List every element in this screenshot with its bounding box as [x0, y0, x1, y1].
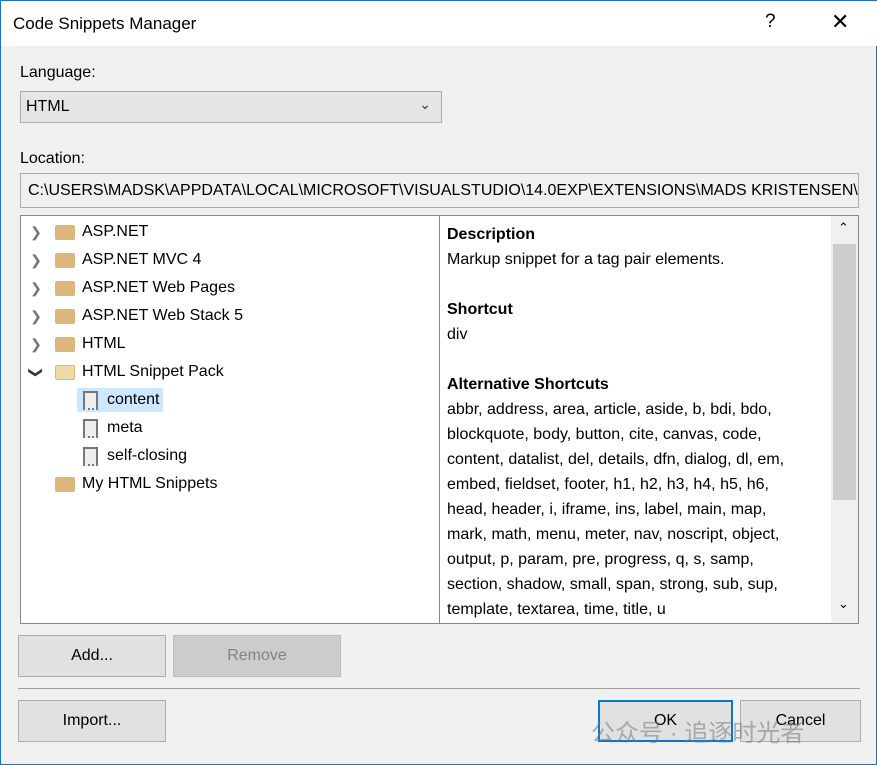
window-title: Code Snippets Manager [13, 14, 197, 33]
location-field[interactable]: C:\USERS\MADSK\APPDATA\LOCAL\MICROSOFT\V… [20, 173, 859, 208]
tree-item-label: HTML [82, 335, 126, 352]
alt-shortcuts-line: template, textarea, time, title, u [447, 601, 666, 618]
chevron-down-icon: ⌄ [419, 96, 431, 112]
chevron-right-icon[interactable]: ❯ [29, 252, 43, 269]
tree-item[interactable]: ❯ ASP.NET MVC 4 [29, 248, 201, 272]
alt-shortcuts-line: content, datalist, del, details, dfn, di… [447, 451, 785, 468]
scroll-thumb[interactable] [833, 244, 856, 500]
watermark: 公众号 · 追逐时光者 [591, 720, 805, 747]
tree-item-label: ASP.NET [82, 223, 149, 240]
language-label: Language: [20, 64, 96, 81]
folder-icon [55, 336, 75, 352]
language-value: HTML [26, 98, 70, 115]
description-text: Markup snippet for a tag pair elements. [447, 251, 725, 268]
scroll-up-icon[interactable]: ⌃ [838, 220, 849, 236]
tree-item[interactable]: ❯ ASP.NET Web Stack 5 [29, 304, 243, 328]
snippet-file-icon [83, 418, 98, 438]
tree-item-label: meta [107, 419, 143, 436]
alt-shortcuts-line: embed, fieldset, footer, h1, h2, h3, h4,… [447, 476, 769, 493]
chevron-right-icon[interactable]: ❯ [29, 280, 43, 297]
chevron-right-icon[interactable]: ❯ [29, 224, 43, 241]
tree-item[interactable]: ❯ HTML Snippet Pack [29, 360, 224, 384]
details-panel: Description Markup snippet for a tag pai… [440, 215, 859, 624]
chevron-right-icon[interactable]: ❯ [29, 336, 43, 353]
folder-icon [55, 308, 75, 324]
alt-shortcuts-line: abbr, address, area, article, aside, b, … [447, 401, 772, 418]
folder-icon [55, 224, 75, 240]
vertical-scrollbar[interactable]: ⌃ ⌄ [831, 216, 858, 623]
tree-item[interactable]: ❯ ASP.NET Web Pages [29, 276, 235, 300]
import-button[interactable]: Import... [18, 700, 166, 742]
tree-item-label: My HTML Snippets [82, 475, 218, 492]
tree-item-label: HTML Snippet Pack [82, 363, 224, 380]
folder-icon [55, 280, 75, 296]
tree-item[interactable]: ❯ HTML [29, 332, 126, 356]
location-label: Location: [20, 150, 85, 167]
help-button[interactable]: ? [765, 11, 776, 33]
tree-item[interactable]: My HTML Snippets [29, 472, 217, 496]
alt-shortcuts-line: section, shadow, small, span, strong, su… [447, 576, 778, 593]
close-button[interactable]: ✕ [831, 9, 849, 35]
chevron-down-icon[interactable]: ❯ [28, 365, 45, 379]
scroll-down-icon[interactable]: ⌄ [838, 596, 849, 612]
tree-item-label: ASP.NET Web Stack 5 [82, 307, 243, 324]
language-select[interactable]: HTML ⌄ [20, 91, 442, 123]
alt-shortcuts-line: blockquote, body, button, cite, canvas, … [447, 426, 762, 443]
tree-item-label: ASP.NET MVC 4 [82, 251, 202, 268]
alt-shortcuts-heading: Alternative Shortcuts [447, 376, 609, 393]
tree-item-label: ASP.NET Web Pages [82, 279, 235, 296]
snippet-file-icon [83, 446, 98, 466]
snippet-tree[interactable]: ❯ ASP.NET ❯ ASP.NET MVC 4 ❯ ASP.NET Web Pages… [20, 215, 440, 624]
tree-item[interactable]: meta [77, 416, 147, 440]
snippet-file-icon [83, 390, 98, 410]
tree-item[interactable]: content [77, 388, 164, 412]
tree-item[interactable]: ❯ ASP.NET [29, 220, 148, 244]
separator [18, 688, 860, 689]
shortcut-text: div [447, 326, 468, 343]
tree-item-label: self-closing [107, 447, 188, 464]
folder-open-icon [55, 364, 75, 380]
remove-button[interactable]: Remove [173, 635, 341, 677]
description-heading: Description [447, 226, 536, 243]
add-button[interactable]: Add... [18, 635, 166, 677]
alt-shortcuts-line: head, header, i, iframe, ins, label, mai… [447, 501, 767, 518]
tree-item-label: content [107, 391, 160, 408]
folder-icon [55, 252, 75, 268]
shortcut-heading: Shortcut [447, 301, 513, 318]
folder-icon [55, 476, 75, 492]
tree-item[interactable]: self-closing [77, 444, 191, 468]
alt-shortcuts-line: output, p, param, pre, progress, q, s, s… [447, 551, 754, 568]
chevron-right-icon[interactable]: ❯ [29, 308, 43, 325]
alt-shortcuts-line: mark, math, menu, meter, nav, noscript, … [447, 526, 780, 543]
